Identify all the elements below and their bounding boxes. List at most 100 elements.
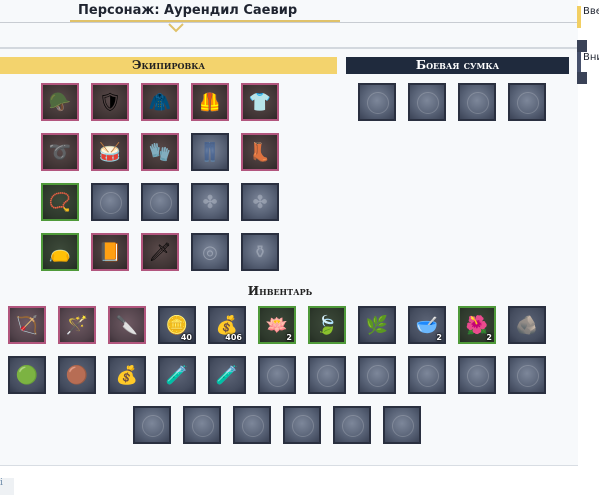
- book-icon: 📙: [98, 241, 122, 263]
- stack-count: 406: [225, 333, 242, 342]
- item-slot[interactable]: 🪄: [58, 306, 96, 344]
- emerald-orb-icon: 🟢: [15, 364, 39, 386]
- item-slot[interactable]: 🌿: [358, 306, 396, 344]
- bronze-orb-icon: 🟤: [65, 364, 89, 386]
- empty-slot[interactable]: [383, 406, 421, 444]
- item-slot[interactable]: 🧪: [158, 356, 196, 394]
- item-slot[interactable]: ✤: [191, 183, 229, 221]
- empty-slot[interactable]: [458, 356, 496, 394]
- empty-slot[interactable]: [308, 356, 346, 394]
- item-slot[interactable]: 🥣 2: [408, 306, 446, 344]
- item-slot[interactable]: 👖: [191, 133, 229, 171]
- item-slot[interactable]: 🟢: [8, 356, 46, 394]
- trinket-placeholder-icon: ⚱: [252, 241, 268, 263]
- item-slot[interactable]: 🧤: [141, 133, 179, 171]
- item-slot[interactable]: 📙: [91, 233, 129, 271]
- leaf-icon: 🍃: [315, 314, 339, 336]
- empty-slot[interactable]: [508, 83, 546, 121]
- belt-icon: ➰: [48, 141, 72, 163]
- item-slot[interactable]: 🪨: [508, 306, 546, 344]
- item-slot[interactable]: 👝: [41, 233, 79, 271]
- stack-count: 2: [486, 333, 492, 342]
- empty-slot[interactable]: [183, 406, 221, 444]
- empty-slot[interactable]: [458, 83, 496, 121]
- item-slot[interactable]: 💰: [108, 356, 146, 394]
- boots-icon: 👢: [248, 141, 272, 163]
- empty-slot[interactable]: [91, 183, 129, 221]
- item-slot[interactable]: 🍃: [308, 306, 346, 344]
- item-slot[interactable]: ◎: [191, 233, 229, 271]
- empty-slot[interactable]: [283, 406, 321, 444]
- leggings-placeholder-icon: 👖: [198, 141, 222, 163]
- staff-icon: 🪄: [65, 314, 89, 336]
- title-line: [0, 22, 578, 23]
- sidebar-tab-bottom[interactable]: Вни: [577, 52, 599, 74]
- sidebar-marker: [577, 72, 587, 84]
- item-slot[interactable]: 🪖: [41, 83, 79, 121]
- item-slot[interactable]: 🧥: [141, 83, 179, 121]
- empty-slot[interactable]: [408, 83, 446, 121]
- sidebar-tab-top[interactable]: Вве: [577, 6, 599, 28]
- earring-placeholder-icon: ✤: [202, 191, 218, 213]
- bow-icon: 🏹: [15, 314, 39, 336]
- character-panel: Персонаж: Аурендил Саевир Экипировка Бое…: [0, 0, 578, 466]
- chest-armor-icon: 🦺: [198, 91, 222, 113]
- bracers-icon: 🥁: [98, 141, 122, 163]
- title-bar: Персонаж: Аурендил Саевир: [0, 0, 578, 22]
- gloves-icon: 🧤: [148, 141, 172, 163]
- empty-slot[interactable]: [358, 83, 396, 121]
- knife-icon: 🔪: [115, 314, 139, 336]
- shield-placeholder-icon: ◎: [202, 241, 218, 263]
- green-potion-icon: 🧪: [215, 364, 239, 386]
- page-title: Персонаж: Аурендил Саевир: [78, 3, 298, 18]
- item-slot[interactable]: 🏹: [8, 306, 46, 344]
- empty-slot[interactable]: [233, 406, 271, 444]
- earring-placeholder-icon: ✤: [252, 191, 268, 213]
- inventory-header: Инвентарь: [247, 284, 313, 298]
- item-slot[interactable]: ➰: [41, 133, 79, 171]
- ore-icon: 🪨: [515, 314, 539, 336]
- dagger-icon: 🗡: [148, 241, 172, 263]
- item-slot[interactable]: ✤: [241, 183, 279, 221]
- item-slot[interactable]: 🦺: [191, 83, 229, 121]
- empty-slot[interactable]: [508, 356, 546, 394]
- item-slot[interactable]: 👢: [241, 133, 279, 171]
- chevron-down-icon[interactable]: [167, 22, 185, 34]
- stack-count: 2: [436, 333, 442, 342]
- item-slot[interactable]: 🗡: [141, 233, 179, 271]
- amulet-icon: 📿: [48, 191, 72, 213]
- item-slot[interactable]: 📿: [41, 183, 79, 221]
- item-slot[interactable]: 🔪: [108, 306, 146, 344]
- section-divider: [0, 47, 578, 49]
- empty-slot[interactable]: [141, 183, 179, 221]
- empty-slot[interactable]: [133, 406, 171, 444]
- footer-tab[interactable]: i: [0, 478, 14, 495]
- stack-count: 40: [180, 333, 192, 342]
- item-slot[interactable]: 🥁: [91, 133, 129, 171]
- item-slot[interactable]: 💰 406: [208, 306, 246, 344]
- red-potion-icon: 🧪: [165, 364, 189, 386]
- item-slot[interactable]: 🛡: [91, 83, 129, 121]
- empty-slot[interactable]: [358, 356, 396, 394]
- item-slot[interactable]: 🪙 40: [158, 306, 196, 344]
- sidebar-marker: [577, 40, 587, 52]
- herb-icon: 🌿: [365, 314, 389, 336]
- empty-slot[interactable]: [408, 356, 446, 394]
- stack-count: 2: [286, 333, 292, 342]
- item-slot[interactable]: 🧪: [208, 356, 246, 394]
- empty-slot[interactable]: [258, 356, 296, 394]
- pouch-icon: 👝: [48, 241, 72, 263]
- white-tunic-icon: 👕: [248, 91, 272, 113]
- shoulder-armor-icon: 🛡: [98, 91, 122, 113]
- empty-slot[interactable]: [333, 406, 371, 444]
- equipment-header: Экипировка: [0, 57, 337, 74]
- sack-icon: 💰: [115, 364, 139, 386]
- item-slot[interactable]: 🌺 2: [458, 306, 496, 344]
- cape-icon: 🧥: [148, 91, 172, 113]
- battle-bag-header: Боевая сумка: [346, 57, 569, 74]
- item-slot[interactable]: 🪷 2: [258, 306, 296, 344]
- item-slot[interactable]: 👕: [241, 83, 279, 121]
- item-slot[interactable]: ⚱: [241, 233, 279, 271]
- item-slot[interactable]: 🟤: [58, 356, 96, 394]
- hood-icon: 🪖: [48, 91, 72, 113]
